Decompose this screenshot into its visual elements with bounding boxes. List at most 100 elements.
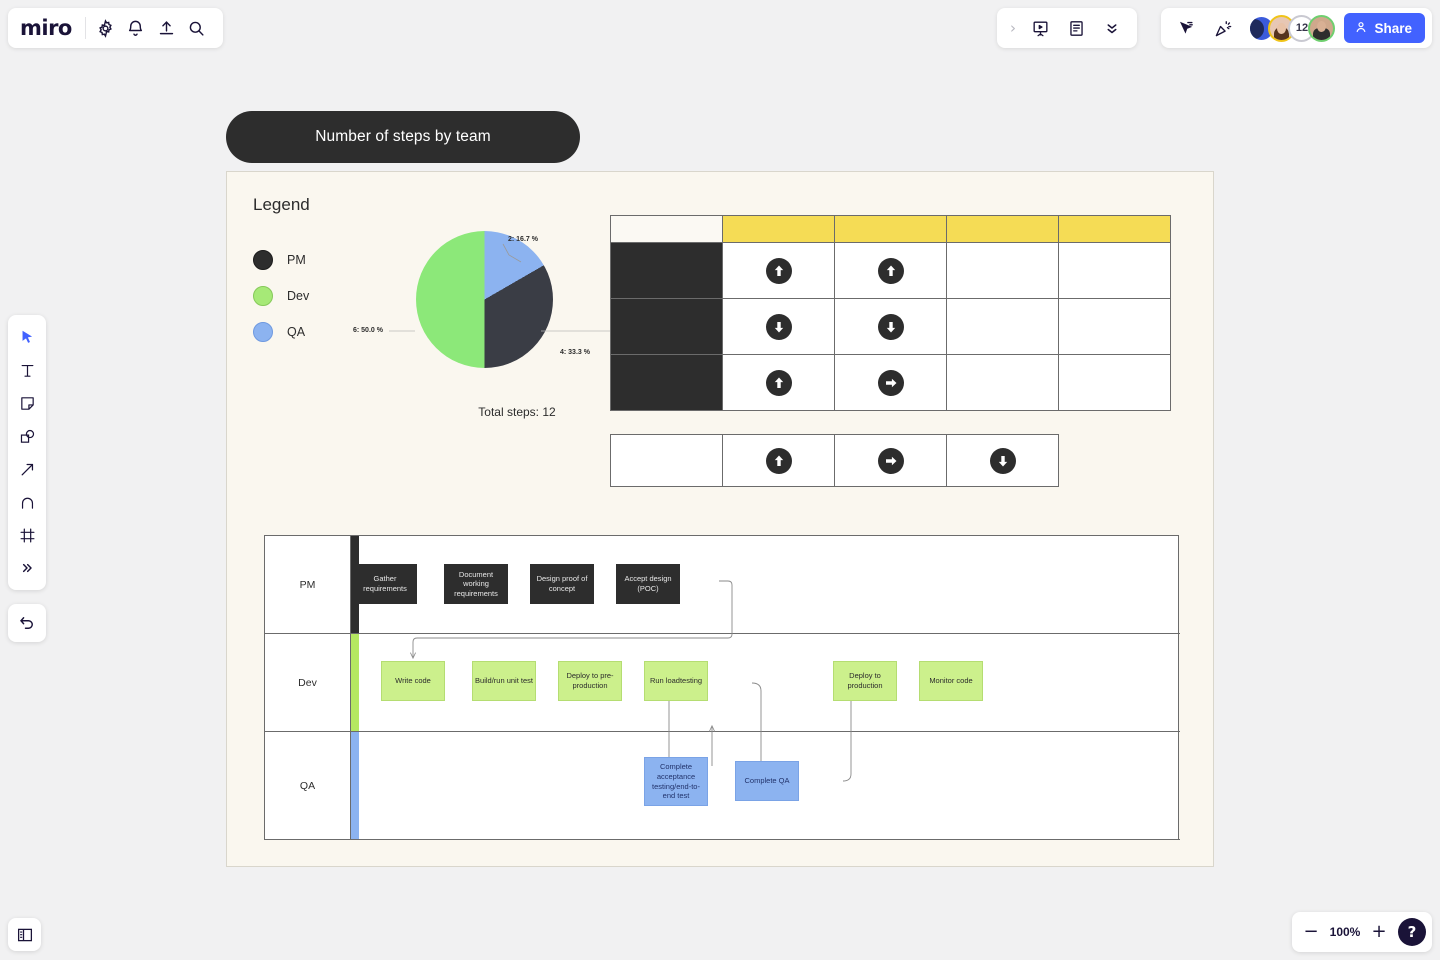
legend-swatch-pm [253,250,273,270]
swimlane-color-bar-dev [351,634,359,731]
up-arrow-icon [765,257,792,284]
flow-node-monitor-code[interactable]: Monitor code [919,661,983,701]
swimlane-label-dev: Dev [265,634,351,731]
table-cell-r3c3[interactable] [946,354,1059,411]
shapes-tool[interactable] [12,421,42,451]
chevron-double-down-icon[interactable] [1095,11,1129,45]
arrow-legend-cell-blank[interactable] [610,434,723,487]
legend-list: PM Dev QA [253,242,309,350]
notes-icon[interactable] [1059,11,1093,45]
arrow-legend-table[interactable] [610,434,1059,487]
zoom-in-button[interactable]: + [1370,923,1388,941]
table-row [610,434,1059,487]
help-button[interactable]: ? [1398,918,1426,946]
table-cell-r1c3[interactable] [946,242,1059,299]
flow-node-build-run-unit-test[interactable]: Build/run unit test [472,661,536,701]
text-tool[interactable] [12,355,42,385]
table-cell-r3c2[interactable] [834,354,947,411]
flow-node-gather-requirements[interactable]: Gather requirements [353,564,417,604]
table-header-cell-blank[interactable] [610,215,723,243]
frame-tool[interactable] [12,520,42,550]
share-button[interactable]: Share [1344,13,1425,43]
sticky-note-tool[interactable] [12,388,42,418]
presentation-icon[interactable] [1023,11,1057,45]
down-arrow-icon [989,447,1016,474]
table-header-cell-3[interactable] [946,215,1059,243]
table-cell-r2c4[interactable] [1058,298,1171,355]
share-label: Share [1374,20,1412,36]
table-cell-r1c1[interactable] [722,242,835,299]
table-header-row [610,215,1171,243]
tool-rail [8,315,46,590]
upload-icon[interactable] [152,11,181,45]
zoom-level[interactable]: 100% [1328,925,1362,939]
more-tools[interactable] [12,553,42,583]
collapse-toolbar-button[interactable]: › [1005,19,1021,37]
board-title-pill[interactable]: Number of steps by team [226,111,580,163]
legend-swatch-qa [253,322,273,342]
right-arrow-icon [877,447,904,474]
arrow-legend-cell-right[interactable] [834,434,947,487]
table-header-cell-1[interactable] [722,215,835,243]
top-left-toolbar: miro [8,8,223,48]
flow-node-accept-design-poc[interactable]: Accept design (POC) [616,564,680,604]
table-cell-r2c3[interactable] [946,298,1059,355]
celebrate-icon[interactable] [1206,11,1240,45]
table-row [610,242,1171,299]
pen-tool[interactable] [12,487,42,517]
table-row-label-1[interactable] [610,242,723,299]
table-cell-r2c1[interactable] [722,298,835,355]
flow-node-deploy-to-production[interactable]: Deploy to production [833,661,897,701]
select-tool[interactable] [12,322,42,352]
down-arrow-icon [765,313,792,340]
flow-node-run-loadtesting[interactable]: Run loadtesting [644,661,708,701]
arrow-legend-cell-down[interactable] [946,434,1059,487]
table-row-label-2[interactable] [610,298,723,355]
arrow-tool[interactable] [12,454,42,484]
bell-icon[interactable] [121,11,150,45]
legend-heading: Legend [253,195,310,214]
person-icon [1354,20,1368,37]
table-cell-r3c1[interactable] [722,354,835,411]
board-frame[interactable]: Legend PM Dev QA 2: 16.7 % 4: 33.3 % 6: … [226,171,1214,867]
legend-item-pm: PM [253,242,309,278]
up-arrow-icon [877,257,904,284]
table-cell-r3c4[interactable] [1058,354,1171,411]
swimlane-color-bar-qa [351,732,359,839]
up-arrow-icon [765,447,792,474]
miro-board-app: miro › 12 Share − 100% + ? Number of ste… [0,0,1440,960]
arrow-legend-cell-up[interactable] [722,434,835,487]
table-header-cell-2[interactable] [834,215,947,243]
undo-button[interactable] [8,604,46,642]
cursor-share-icon[interactable] [1168,11,1202,45]
flow-node-complete-qa[interactable]: Complete QA [735,761,799,801]
legend-swatch-dev [253,286,273,306]
search-icon[interactable] [182,11,211,45]
table-header-cell-4[interactable] [1058,215,1171,243]
flow-node-document-working-requirements[interactable]: Document working requirements [444,564,508,604]
table-row-label-3[interactable] [610,354,723,411]
flow-node-design-proof-of-concept[interactable]: Design proof of concept [530,564,594,604]
table-cell-r2c2[interactable] [834,298,947,355]
right-arrow-icon [877,369,904,396]
swimlane-diagram[interactable]: PM Dev QA Gather requirements Document w… [264,535,1180,840]
matrix-table[interactable] [610,215,1171,411]
avatar-user-2[interactable] [1308,14,1336,42]
flow-node-write-code[interactable]: Write code [381,661,445,701]
zoom-out-button[interactable]: − [1302,923,1320,941]
gear-icon[interactable] [91,11,120,45]
pie-label-qa: 2: 16.7 % [508,236,538,243]
table-cell-r1c2[interactable] [834,242,947,299]
flow-node-complete-acceptance-testing[interactable]: Complete acceptance testing/end-to-end t… [644,757,708,806]
legend-label-dev: Dev [287,289,310,303]
panel-toggle-icon[interactable] [8,918,41,951]
table-cell-r1c4[interactable] [1058,242,1171,299]
table-row [610,298,1171,355]
flow-node-deploy-to-pre-production[interactable]: Deploy to pre-production [558,661,622,701]
divider [84,17,86,39]
legend-label-qa: QA [287,325,306,339]
top-right-toolbar-primary: › [997,8,1137,48]
zoom-controls: − 100% + ? [1292,912,1432,952]
miro-logo[interactable]: miro [20,16,83,40]
up-arrow-icon [765,369,792,396]
